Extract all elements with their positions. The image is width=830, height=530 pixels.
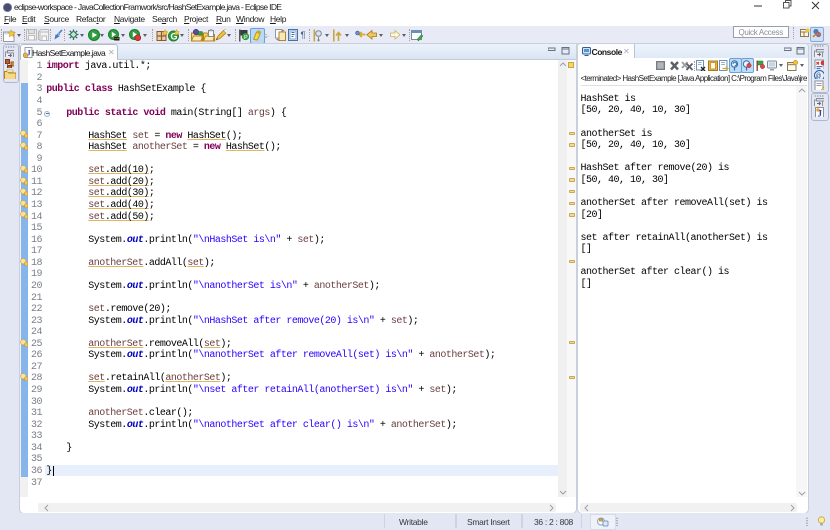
svg-text:ɕ·: ɕ· <box>264 33 270 40</box>
svg-text:P: P <box>244 35 248 41</box>
svg-text:@: @ <box>816 73 821 80</box>
svg-text:J: J <box>818 109 823 118</box>
